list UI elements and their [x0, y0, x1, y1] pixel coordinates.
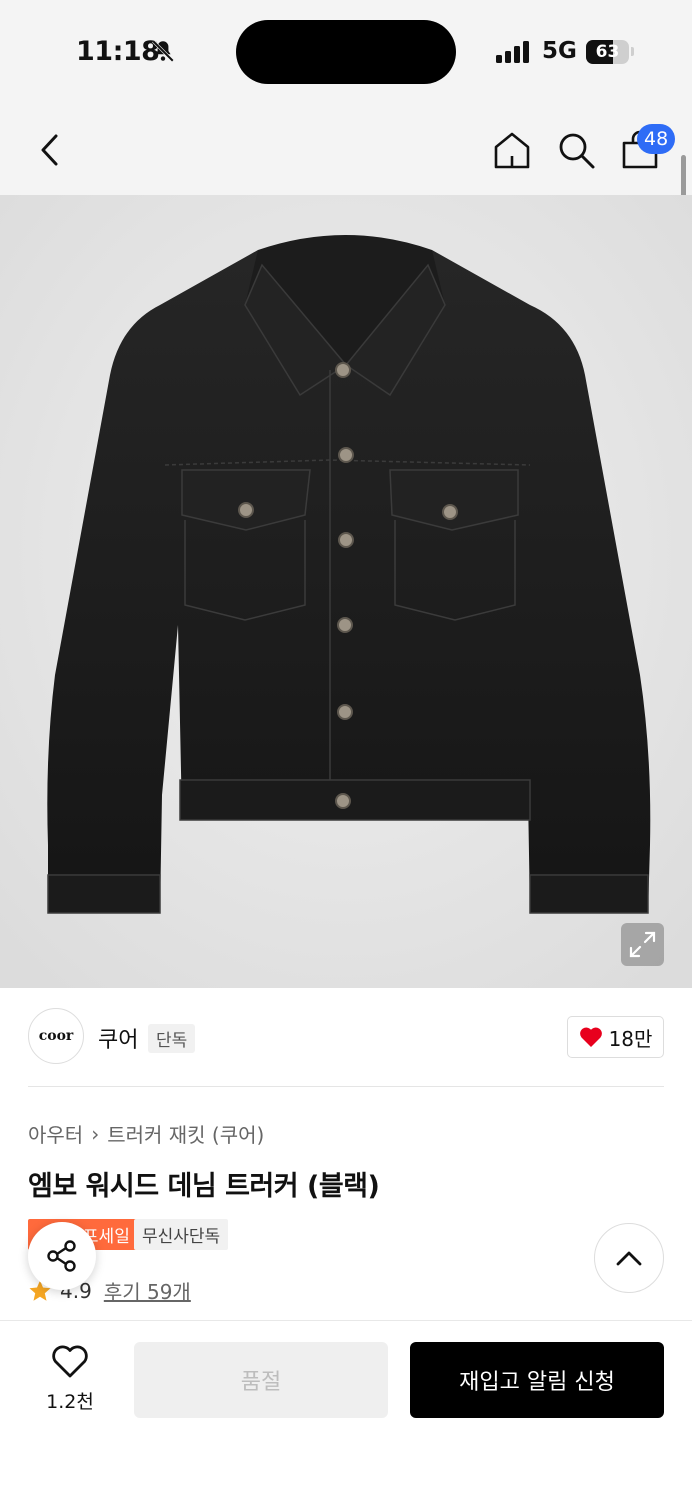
scroll-to-top-button[interactable] [594, 1223, 664, 1293]
brand-logo[interactable]: coor [28, 1008, 84, 1064]
expand-icon [629, 931, 656, 958]
product-page: 11:18 5G 63 48 coor 쿠어 단독 18만 아우터 › 트러커 … [0, 0, 692, 1500]
brand-exclusive-tag: 단독 [148, 1024, 196, 1053]
cart-count-badge: 48 [637, 124, 676, 154]
wishlist-count: 1.2천 [46, 1391, 94, 1413]
breadcrumb-subcategory[interactable]: 트러커 재킷 (쿠어) [107, 1119, 264, 1148]
wishlist-button[interactable]: 1.2천 [34, 1345, 106, 1414]
battery-level: 63 [595, 42, 620, 62]
status-bar: 11:18 5G 63 [0, 0, 692, 105]
share-icon [47, 1240, 76, 1272]
restock-alert-button[interactable]: 재입고 알림 신청 [410, 1342, 664, 1418]
breadcrumb-separator-icon: › [91, 1121, 100, 1146]
denim-jacket-image [0, 195, 692, 988]
product-title: 엠보 워시드 데님 트러커 (블랙) [28, 1171, 380, 1202]
soldout-button: 품절 [134, 1342, 388, 1418]
search-icon[interactable] [556, 130, 596, 170]
signal-icon [496, 41, 529, 63]
brand-like-count: 18만 [608, 1026, 653, 1051]
heart-outline-icon [52, 1345, 88, 1378]
network-type: 5G [542, 38, 577, 64]
status-time: 11:18 [76, 36, 160, 67]
dynamic-island [236, 20, 456, 84]
chevron-up-icon [616, 1251, 642, 1266]
share-button[interactable] [28, 1222, 96, 1290]
breadcrumb-category[interactable]: 아우터 [28, 1119, 83, 1148]
bell-slash-icon [152, 40, 174, 62]
product-image[interactable] [0, 195, 692, 988]
battery-tip [631, 47, 634, 56]
section-divider [28, 1086, 664, 1087]
brand-name[interactable]: 쿠어 [98, 1022, 138, 1054]
heart-icon [579, 1027, 602, 1047]
home-icon[interactable] [492, 130, 532, 170]
back-chevron-icon[interactable] [38, 133, 62, 167]
brand-like-button[interactable]: 18만 [567, 1016, 664, 1058]
exclusive-badge: 무신사단독 [134, 1219, 229, 1250]
reviews-link[interactable]: 후기 59개 [104, 1276, 191, 1305]
battery-indicator: 63 [586, 40, 629, 64]
image-zoom-button[interactable] [621, 923, 664, 966]
breadcrumb: 아우터 › 트러커 재킷 (쿠어) [28, 1119, 264, 1148]
